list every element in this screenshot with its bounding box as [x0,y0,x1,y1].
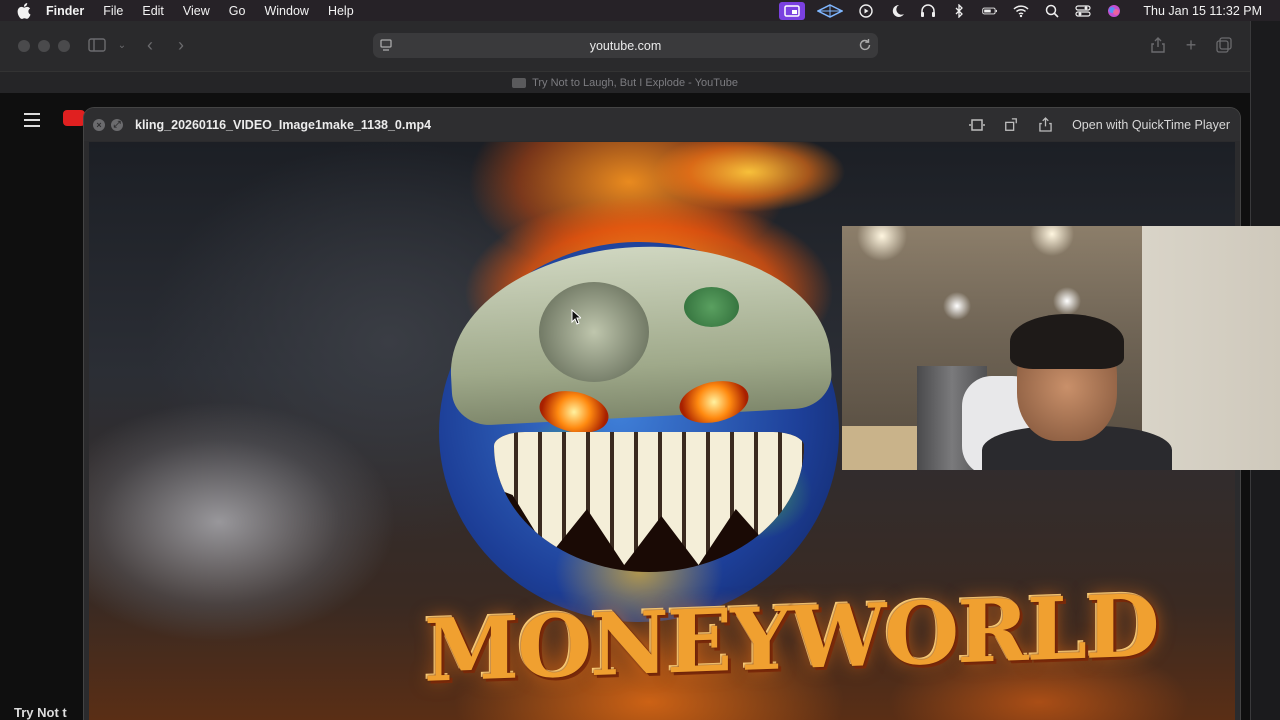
share-icon[interactable] [1036,117,1054,133]
bluetooth-icon[interactable] [951,3,967,18]
webcam-door [1142,226,1280,470]
apple-icon[interactable] [17,2,31,19]
youtube-logo-icon[interactable] [63,110,85,126]
search-icon[interactable] [1044,4,1060,18]
forward-icon[interactable]: › [170,35,192,55]
menu-go[interactable]: Go [229,4,246,18]
close-window-button[interactable] [18,40,30,52]
play-icon[interactable] [858,3,874,18]
webcam-person-hair [1010,314,1124,369]
screen-share-icon[interactable] [779,1,806,20]
bill-seal [684,287,739,327]
quicklook-titlebar: × ⤢ kling_20260116_VIDEO_Image1make_1138… [84,108,1240,141]
tab-bar: Try Not to Laugh, But I Explode - YouTub… [0,71,1250,93]
video-title-fragment: Try Not t [14,705,67,720]
page-settings-icon[interactable] [379,38,393,52]
menu-app-finder[interactable]: Finder [46,4,84,18]
moon-icon[interactable] [889,4,905,18]
new-tab-icon[interactable]: + [1180,35,1202,55]
menu-window[interactable]: Window [264,4,308,18]
zoom-window-button[interactable] [58,40,70,52]
battery-icon[interactable] [982,4,998,18]
menu-file[interactable]: File [103,4,123,18]
menu-view[interactable]: View [183,4,210,18]
close-preview-button[interactable]: × [93,118,105,131]
address-bar[interactable]: youtube.com [373,33,878,58]
fullscreen-preview-button[interactable]: ⤢ [111,118,123,131]
control-center-icon[interactable] [1075,4,1092,18]
tab-youtube[interactable]: Try Not to Laugh, But I Explode - YouTub… [532,77,738,89]
quicklook-actions: Open with QuickTime Player [952,108,1230,141]
hamburger-menu-icon[interactable] [24,113,40,127]
minimize-window-button[interactable] [38,40,50,52]
menu-edit[interactable]: Edit [142,4,164,18]
menubar-clock[interactable]: Thu Jan 15 11:32 PM [1143,4,1262,18]
vpn-icon[interactable] [817,3,844,18]
file-name: kling_20260116_VIDEO_Image1make_1138_0.m… [135,117,432,132]
chevron-down-icon[interactable]: ⌄ [111,35,133,55]
webcam-overlay [842,226,1280,470]
headphones-icon[interactable] [920,3,936,18]
open-with-quicktime-button[interactable]: Open with QuickTime Player [1072,118,1230,132]
menu-bar: Finder File Edit View Go Window Help Thu… [0,0,1280,21]
menu-help[interactable]: Help [328,4,354,18]
window-controls [18,40,70,52]
status-area: Thu Jan 15 11:32 PM [779,0,1280,21]
reload-icon[interactable] [858,38,872,52]
address-text: youtube.com [589,38,662,53]
tab-overview-icon[interactable] [1213,35,1235,55]
trim-icon[interactable] [968,117,986,133]
sidebar-toggle-icon[interactable] [86,35,108,55]
mouse-cursor-icon [571,309,581,325]
youtube-favicon-icon [512,77,527,88]
video-logo-text: MONEYWORLD [424,575,1158,702]
rotate-icon[interactable] [1002,117,1020,133]
siri-icon[interactable] [1106,4,1122,18]
share-icon[interactable] [1147,35,1169,55]
bill-portrait [539,282,649,382]
safari-toolbar: ⌄ ‹ › youtube.com + [0,21,1250,71]
wifi-icon[interactable] [1013,4,1029,18]
back-icon[interactable]: ‹ [139,35,161,55]
